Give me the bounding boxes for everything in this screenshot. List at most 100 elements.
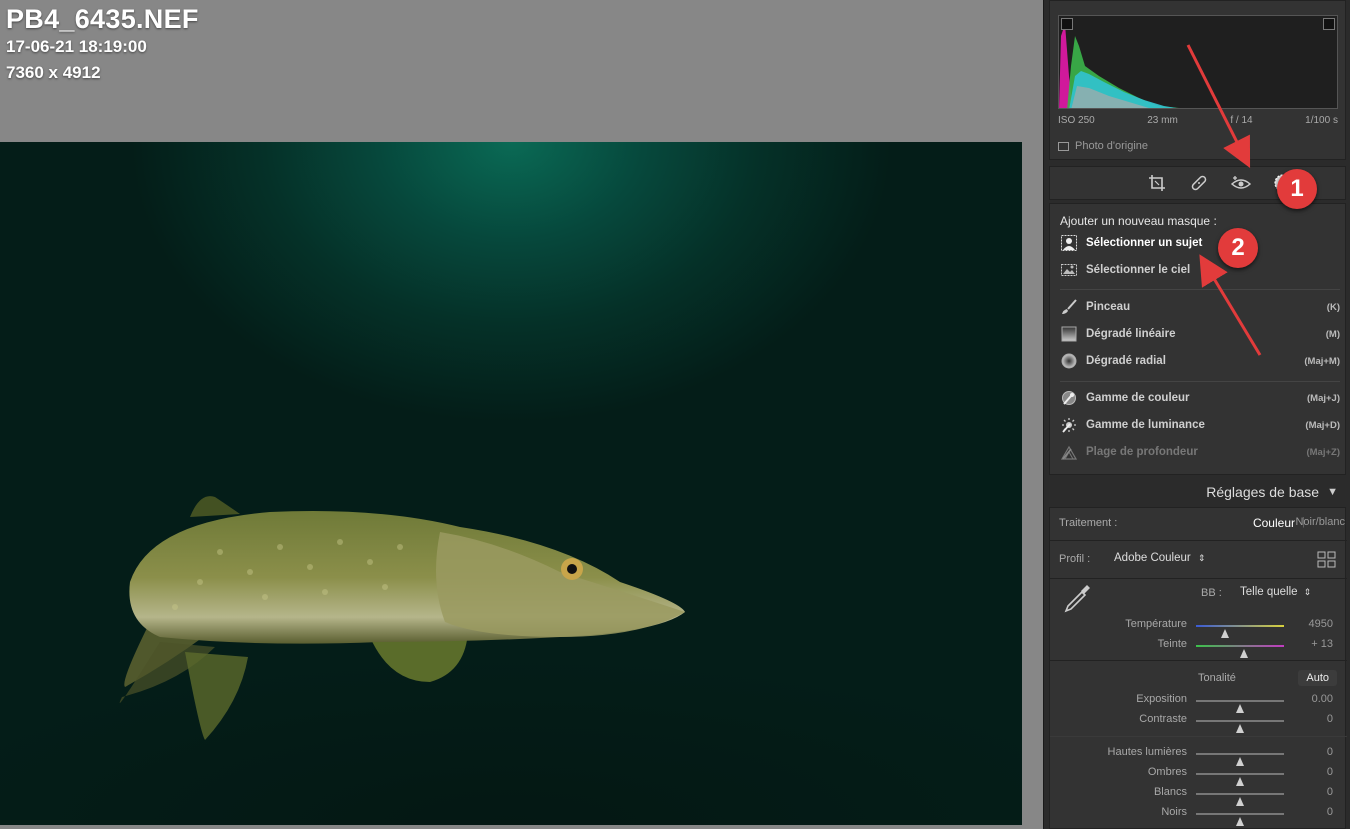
profile-dropdown[interactable]: Adobe Couleur ⇕ [1114, 552, 1205, 564]
mask-item-label: Sélectionner le ciel [1086, 264, 1191, 276]
redeye-icon[interactable] [1229, 171, 1253, 195]
slider-track[interactable] [1196, 720, 1284, 733]
slider-value[interactable]: + 13 [1311, 638, 1333, 650]
mask-luminance-range[interactable]: Gamme de luminance (Maj+D) [1060, 415, 1340, 435]
lightroom-window: PB4_6435.NEF 17-06-21 18:19:00 7360 x 49… [0, 0, 1350, 829]
slider-label: Température [1125, 618, 1187, 630]
mask-panel-title: Ajouter un nouveau masque : [1060, 214, 1217, 228]
annotation-badge-2: 2 [1218, 228, 1258, 268]
exif-focal: 23 mm [1147, 115, 1178, 126]
mask-color-range[interactable]: Gamme de couleur (Maj+J) [1060, 388, 1340, 408]
divider [1050, 578, 1347, 579]
slider-track[interactable] [1196, 645, 1284, 658]
treatment-bw-option[interactable]: Noir/blanc [1295, 516, 1345, 528]
mask-brush[interactable]: Pinceau (K) [1060, 297, 1340, 317]
slider-exposure[interactable]: Exposition 0.00 [1050, 691, 1347, 713]
slider-track[interactable] [1196, 753, 1284, 766]
slider-label: Blancs [1153, 786, 1187, 798]
slider-label: Exposition [1136, 693, 1187, 705]
slider-label: Contraste [1139, 713, 1187, 725]
annotation-badge-1: 1 [1277, 169, 1317, 209]
exif-iso: ISO 250 [1058, 115, 1095, 126]
basic-panel-title: Réglages de base [1206, 484, 1320, 500]
slider-temperature[interactable]: Température 4950 [1050, 616, 1347, 638]
slider-track[interactable] [1196, 700, 1284, 713]
divider [1050, 540, 1347, 541]
original-photo-toggle[interactable]: Photo d'origine [1058, 140, 1148, 152]
mask-shortcut: (K) [1326, 301, 1340, 313]
linear-gradient-icon [1060, 325, 1078, 343]
wb-dropdown[interactable]: Telle quelle ⇕ [1240, 586, 1311, 598]
slider-track[interactable] [1196, 625, 1284, 638]
slider-thumb[interactable] [1236, 817, 1244, 826]
healing-icon[interactable] [1187, 171, 1211, 195]
slider-label: Noirs [1161, 806, 1187, 818]
basic-panel-header[interactable]: Réglages de base ▼ [1049, 479, 1346, 505]
treatment-color-option[interactable]: Couleur [1253, 516, 1295, 530]
mask-linear-gradient[interactable]: Dégradé linéaire (M) [1060, 324, 1340, 344]
treatment-row: Traitement : Couleur | Noir/blanc [1050, 516, 1347, 532]
profile-label: Profil : [1059, 553, 1091, 565]
slider-whites[interactable]: Blancs 0 [1050, 784, 1347, 806]
slider-value[interactable]: 0.00 [1312, 693, 1333, 705]
exif-aperture: f / 14 [1230, 115, 1253, 126]
mask-item-label: Dégradé linéaire [1086, 328, 1176, 340]
mask-item-label: Gamme de couleur [1086, 392, 1190, 404]
tone-label: Tonalité [1198, 672, 1236, 684]
slider-label: Ombres [1147, 766, 1187, 778]
depth-range-icon [1060, 443, 1078, 461]
mask-shortcut: (Maj+Z) [1306, 446, 1340, 458]
mask-shortcut: (Maj+J) [1307, 392, 1340, 404]
slider-track[interactable] [1196, 773, 1284, 786]
shadow-clip-indicator[interactable] [1061, 18, 1073, 30]
slider-value[interactable]: 0 [1327, 786, 1333, 798]
mask-select-sky[interactable]: Sélectionner le ciel [1060, 260, 1340, 280]
profile-value: Adobe Couleur [1114, 552, 1191, 564]
tone-row: Tonalité Auto [1050, 670, 1347, 688]
collapse-triangle-icon[interactable]: ▼ [1327, 486, 1338, 498]
photo-filename: PB4_6435.NEF [6, 4, 199, 34]
mask-item-label: Dégradé radial [1086, 355, 1166, 367]
mask-select-subject[interactable]: Sélectionner un sujet [1060, 233, 1340, 253]
profile-browser-grid-icon[interactable] [1317, 551, 1337, 571]
highlight-clip-indicator[interactable] [1323, 18, 1335, 30]
mask-radial-gradient[interactable]: Dégradé radial (Maj+M) [1060, 351, 1340, 371]
slider-value[interactable]: 4950 [1309, 618, 1333, 630]
histogram-panel: ISO 250 23 mm f / 14 1/100 s Photo d'ori… [1049, 0, 1346, 160]
profile-row: Profil : Adobe Couleur ⇕ [1050, 551, 1347, 569]
slider-value[interactable]: 0 [1327, 806, 1333, 818]
slider-highlights[interactable]: Hautes lumières 0 [1050, 744, 1347, 766]
original-photo-checkbox[interactable] [1058, 141, 1069, 151]
slider-blacks[interactable]: Noirs 0 [1050, 804, 1347, 826]
slider-value[interactable]: 0 [1327, 766, 1333, 778]
slider-contrast[interactable]: Contraste 0 [1050, 711, 1347, 733]
auto-tone-button[interactable]: Auto [1298, 670, 1337, 686]
slider-label: Teinte [1157, 638, 1187, 650]
mask-shortcut: (M) [1325, 328, 1340, 340]
slider-track[interactable] [1196, 813, 1284, 826]
slider-track[interactable] [1196, 793, 1284, 806]
select-subject-icon [1060, 234, 1078, 252]
slider-shadows[interactable]: Ombres 0 [1050, 764, 1347, 786]
brush-icon [1060, 298, 1078, 316]
divider [1060, 381, 1340, 382]
slider-thumb[interactable] [1240, 649, 1249, 658]
eyedropper-icon[interactable] [1060, 581, 1094, 618]
white-balance-row: BB : Telle quelle ⇕ [1050, 585, 1347, 613]
slider-thumb[interactable] [1236, 724, 1244, 733]
histogram [1058, 15, 1338, 109]
original-photo-label: Photo d'origine [1075, 140, 1149, 152]
photo-canvas[interactable] [0, 142, 1022, 825]
mask-depth-range[interactable]: Plage de profondeur (Maj+Z) [1060, 442, 1340, 462]
slider-tint[interactable]: Teinte + 13 [1050, 636, 1347, 658]
slider-value[interactable]: 0 [1327, 746, 1333, 758]
mask-item-label: Plage de profondeur [1086, 446, 1198, 458]
crop-icon[interactable] [1145, 171, 1169, 195]
masking-panel: Ajouter un nouveau masque : Sélectionner… [1049, 203, 1346, 475]
slider-value[interactable]: 0 [1327, 713, 1333, 725]
radial-gradient-icon [1060, 352, 1078, 370]
mask-item-label: Gamme de luminance [1086, 419, 1205, 431]
luminance-range-icon [1060, 416, 1078, 434]
color-range-icon [1060, 389, 1078, 407]
divider [1050, 736, 1347, 737]
